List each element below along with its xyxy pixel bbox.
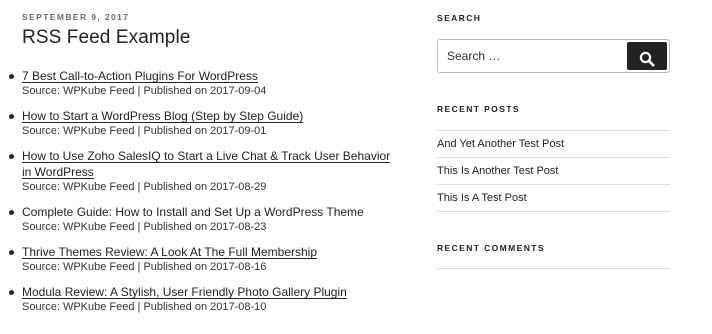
bullet-icon bbox=[9, 210, 14, 215]
feed-item-meta: Source: WPKube Feed | Published on 2017-… bbox=[22, 261, 267, 273]
list-item: How to Use Zoho SalesIQ to Start a Live … bbox=[9, 148, 402, 195]
recent-post-link[interactable]: This Is A Test Post bbox=[437, 192, 527, 204]
bullet-icon bbox=[9, 114, 14, 119]
feed-item-meta: Source: WPKube Feed | Published on 2017-… bbox=[22, 181, 267, 193]
rss-feed-list: 7 Best Call-to-Action Plugins For WordPr… bbox=[9, 68, 402, 324]
list-item: How to Start a WordPress Blog (Step by S… bbox=[9, 108, 402, 139]
recent-comments-divider bbox=[437, 268, 670, 269]
feed-item-meta: Source: WPKube Feed | Published on 2017-… bbox=[22, 85, 267, 97]
feed-item-link[interactable]: How to Use Zoho SalesIQ to Start a Live … bbox=[22, 149, 390, 179]
feed-item-link[interactable]: 7 Best Call-to-Action Plugins For WordPr… bbox=[22, 69, 258, 83]
feed-item-meta: Source: WPKube Feed | Published on 2017-… bbox=[22, 125, 267, 137]
feed-item-title: Complete Guide: How to Install and Set U… bbox=[22, 205, 364, 219]
feed-item-link[interactable]: How to Start a WordPress Blog (Step by S… bbox=[22, 109, 303, 123]
bullet-icon bbox=[9, 74, 14, 79]
recent-post-item: This Is A Test Post bbox=[437, 185, 670, 212]
search-widget-title: Search bbox=[437, 13, 482, 23]
recent-comments-title: Recent Comments bbox=[437, 243, 545, 253]
search-button[interactable] bbox=[627, 42, 667, 70]
search-form bbox=[437, 39, 670, 73]
recent-posts-title: Recent Posts bbox=[437, 104, 520, 114]
recent-posts-list: And Yet Another Test Post This Is Anothe… bbox=[437, 130, 670, 212]
recent-post-item: This Is Another Test Post bbox=[437, 158, 670, 185]
bullet-icon bbox=[9, 250, 14, 255]
list-item: Thrive Themes Review: A Look At The Full… bbox=[9, 244, 402, 275]
post-title: RSS Feed Example bbox=[22, 27, 191, 48]
post-date: September 9, 2017 bbox=[22, 12, 130, 22]
feed-item-link[interactable]: Thrive Themes Review: A Look At The Full… bbox=[22, 245, 317, 259]
list-item: Complete Guide: How to Install and Set U… bbox=[9, 204, 402, 235]
list-item: 7 Best Call-to-Action Plugins For WordPr… bbox=[9, 68, 402, 99]
feed-item-meta: Source: WPKube Feed | Published on 2017-… bbox=[22, 221, 267, 233]
feed-item-meta: Source: WPKube Feed | Published on 2017-… bbox=[22, 301, 267, 313]
recent-post-link[interactable]: And Yet Another Test Post bbox=[437, 138, 564, 150]
search-icon bbox=[639, 51, 655, 67]
feed-item-link[interactable]: Modula Review: A Stylish, User Friendly … bbox=[22, 285, 347, 299]
recent-post-item: And Yet Another Test Post bbox=[437, 131, 670, 158]
list-item: Modula Review: A Stylish, User Friendly … bbox=[9, 284, 402, 315]
recent-post-link[interactable]: This Is Another Test Post bbox=[437, 165, 558, 177]
bullet-icon bbox=[9, 290, 14, 295]
search-input[interactable] bbox=[439, 41, 624, 71]
bullet-icon bbox=[9, 154, 14, 159]
